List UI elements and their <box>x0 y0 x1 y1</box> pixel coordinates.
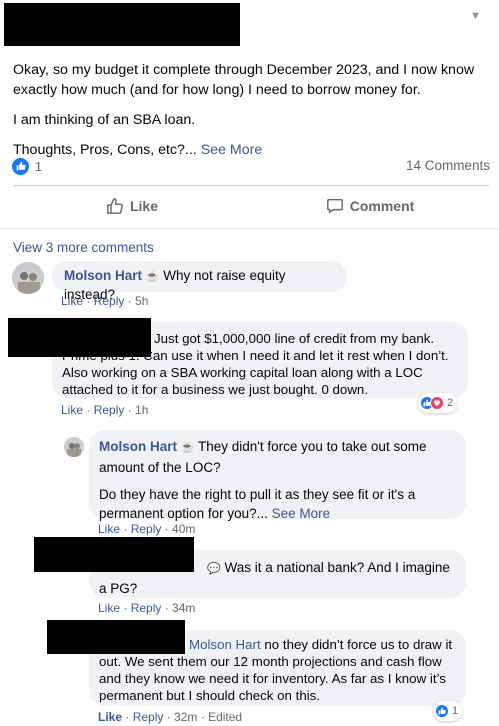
comment-bubble: Molson Hart ☕ Why not raise equity inste… <box>52 261 347 302</box>
comment-time[interactable]: 1h <box>135 403 148 417</box>
comment-meta: Like · Reply · 32m · Edited <box>98 710 243 724</box>
post-paragraph: Okay, so my budget it complete through D… <box>13 62 475 98</box>
comment-reaction-count: 1 <box>452 705 459 717</box>
comment-like-link[interactable]: Like <box>61 294 83 308</box>
comment-time[interactable]: 5h <box>135 294 148 308</box>
like-button[interactable]: Like <box>13 190 251 222</box>
comment-author[interactable]: Molson Hart <box>99 439 177 454</box>
comment-like-link[interactable]: Like <box>98 710 122 724</box>
view-more-comments-link[interactable]: View 3 more comments <box>13 240 154 255</box>
divider <box>13 185 489 186</box>
comment-reply-link[interactable]: Reply <box>94 403 125 417</box>
comment-button[interactable]: Comment <box>251 190 489 222</box>
redacted-commenter <box>34 537 194 572</box>
chevron-down-icon[interactable]: ▼ <box>470 10 481 22</box>
comment-reaction-count: 2 <box>447 397 454 409</box>
comment-reply-link[interactable]: Reply <box>131 522 162 536</box>
comment-reply-link[interactable]: Reply <box>133 710 164 724</box>
comment-meta: Like · Reply · 40m <box>98 522 196 536</box>
redacted-commenter <box>8 318 151 357</box>
comment-icon <box>326 198 343 214</box>
comment-edited-label[interactable]: Edited <box>208 710 242 724</box>
post-reactions-row: 1 14 Comments <box>12 157 490 177</box>
comment-reactions[interactable]: 2 <box>418 393 458 413</box>
avatar[interactable] <box>12 262 44 294</box>
comment-like-link[interactable]: Like <box>98 522 120 536</box>
comment-reply-link[interactable]: Reply <box>131 601 162 615</box>
thumbs-up-icon <box>435 704 449 718</box>
see-more-link[interactable]: See More <box>272 506 331 521</box>
reaction-count[interactable]: 1 <box>35 159 42 174</box>
comment-bubble: Molson Hart ☕ They didn't force you to t… <box>89 430 466 521</box>
thumbs-up-icon <box>107 198 123 214</box>
comment-like-link[interactable]: Like <box>61 403 83 417</box>
comment-reactions[interactable]: 1 <box>433 701 463 721</box>
comment-reply-link[interactable]: Reply <box>94 294 125 308</box>
comments-count-link[interactable]: 14 Comments <box>406 158 490 173</box>
comment-text: Do they have the right to pull it as the… <box>99 487 416 521</box>
redacted-commenter <box>47 620 185 654</box>
comment-meta: Like · Reply · 34m <box>98 601 196 615</box>
comment-like-link[interactable]: Like <box>98 601 120 615</box>
coffee-icon: ☕ <box>180 442 195 454</box>
thumbs-up-icon[interactable] <box>12 157 29 175</box>
avatar[interactable] <box>64 437 84 457</box>
mention-link[interactable]: Molson Hart <box>189 637 261 652</box>
coffee-icon: ☕ <box>145 271 160 283</box>
comment-time[interactable]: 40m <box>172 522 195 536</box>
heart-icon <box>430 396 444 410</box>
comment-time[interactable]: 32m <box>174 710 197 724</box>
comment-time[interactable]: 34m <box>172 601 195 615</box>
comment-button-label: Comment <box>349 198 415 214</box>
redacted-author-header <box>4 3 240 46</box>
comment-meta: Like · Reply · 1h <box>61 403 149 417</box>
comment-meta: Like · Reply · 5h <box>61 294 149 308</box>
comment-author[interactable]: Molson Hart <box>64 268 142 283</box>
speech-bubble-icon: 💬 <box>207 563 221 575</box>
like-button-label: Like <box>129 198 158 214</box>
post-action-bar: Like Comment <box>13 190 489 222</box>
see-more-link[interactable]: See More <box>201 142 263 158</box>
post-paragraph: I am thinking of an SBA loan. <box>13 112 196 128</box>
post-body: Okay, so my budget it complete through D… <box>13 60 483 170</box>
divider <box>0 228 499 229</box>
